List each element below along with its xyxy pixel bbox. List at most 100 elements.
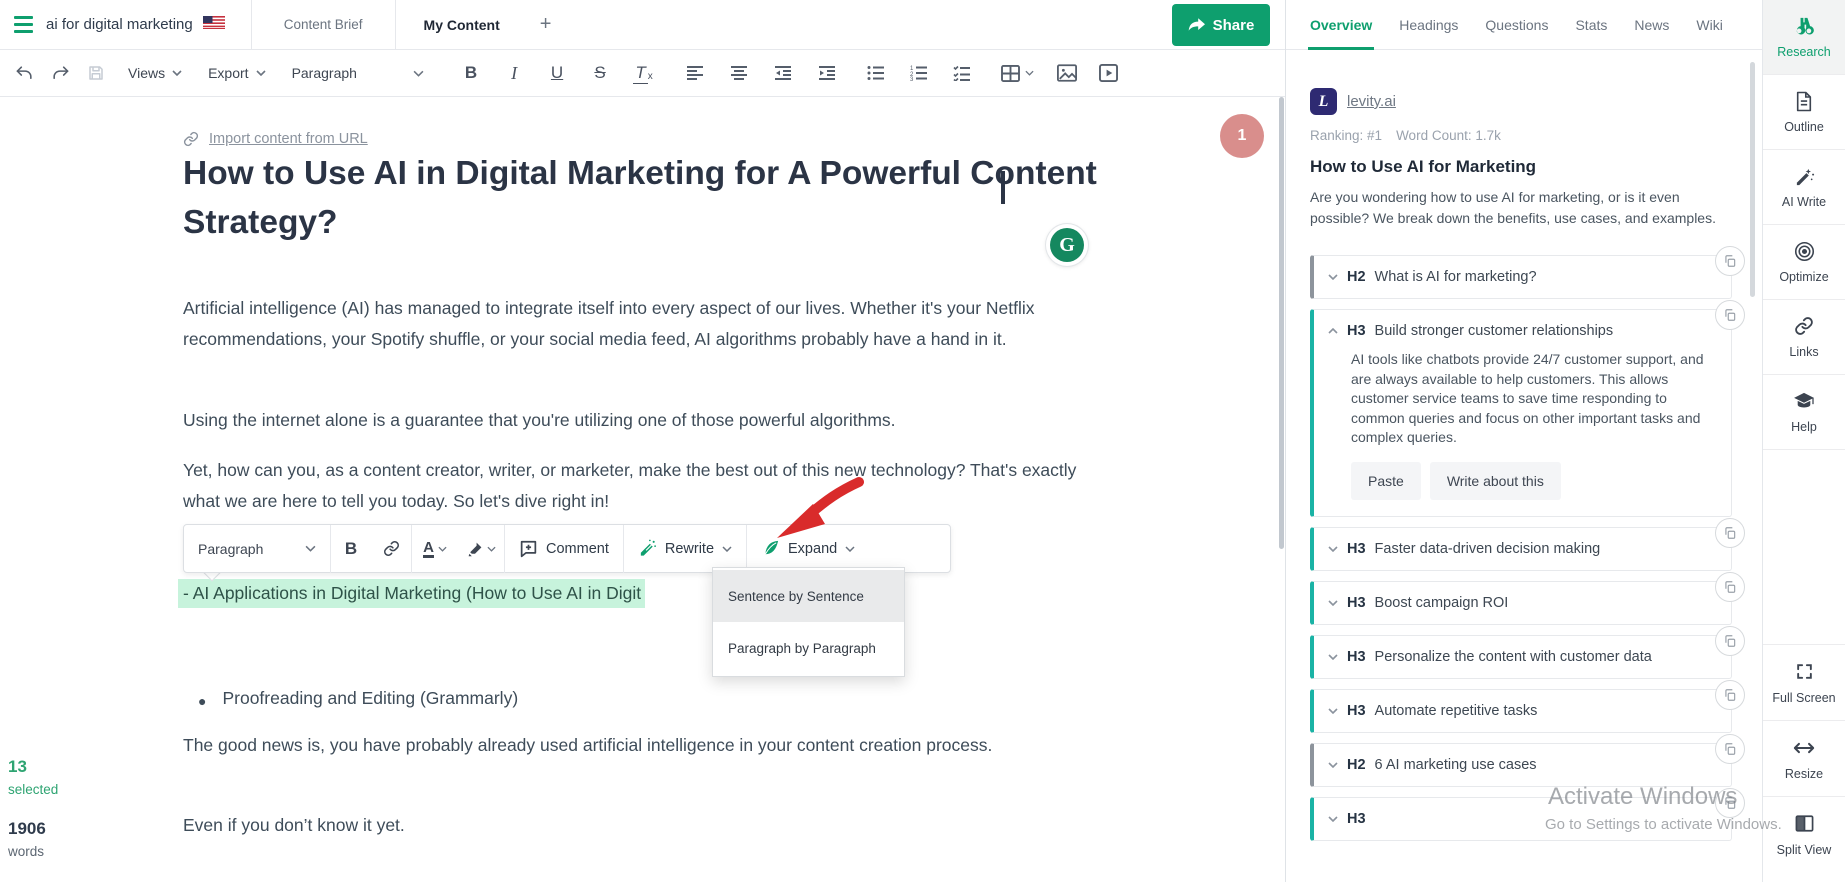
copy-heading-button[interactable] — [1715, 679, 1745, 710]
copy-heading-button[interactable] — [1715, 625, 1745, 656]
copy-heading-button[interactable] — [1715, 517, 1745, 548]
copy-heading-button[interactable] — [1715, 733, 1745, 764]
italic-button[interactable]: I — [493, 55, 536, 91]
chevron-down-icon — [305, 545, 316, 552]
underline-button[interactable]: U — [536, 55, 579, 91]
word-count: 1906 words — [8, 819, 46, 859]
paragraph[interactable]: Yet, how can you, as a content creator, … — [183, 455, 1111, 516]
research-tab-stats[interactable]: Stats — [1575, 0, 1607, 50]
paragraph-style-select[interactable]: Paragraph — [292, 65, 424, 81]
add-tab-button[interactable]: + — [528, 13, 564, 36]
insert-image-button[interactable] — [1046, 55, 1088, 91]
highlighted-selection[interactable]: - AI Applications in Digital Marketing (… — [178, 579, 646, 608]
paragraph[interactable]: The good news is, you have probably alre… — [183, 730, 1111, 761]
rewrite-menu-item-paragraph-by-paragraph[interactable]: Paragraph by Paragraph — [713, 622, 904, 674]
chevron-down-icon[interactable] — [1328, 274, 1338, 280]
heading-card[interactable]: H3 Boost campaign ROI — [1310, 571, 1745, 625]
paragraph[interactable]: Artificial intelligence (AI) has managed… — [183, 293, 1111, 354]
redo-button[interactable] — [42, 55, 78, 91]
chevron-down-icon — [255, 70, 266, 76]
heading-card[interactable]: H3 Faster data-driven decision making — [1310, 517, 1745, 571]
numbered-list-button[interactable]: 123 — [898, 55, 941, 91]
rail-item-links[interactable]: Links — [1763, 300, 1845, 375]
heading-card[interactable]: H3 Personalize the content with customer… — [1310, 625, 1745, 679]
clear-formatting-button[interactable]: Tx — [622, 55, 665, 91]
write-about-this-button[interactable]: Write about this — [1429, 461, 1561, 500]
rail-item-ai-write[interactable]: AI Write — [1763, 150, 1845, 225]
chevron-down-icon[interactable] — [1328, 599, 1338, 606]
share-button[interactable]: Share — [1172, 4, 1270, 46]
undo-button[interactable] — [6, 55, 42, 91]
export-dropdown[interactable]: Export — [208, 65, 266, 81]
chevron-down-icon[interactable] — [1328, 653, 1338, 660]
research-tab-wiki[interactable]: Wiki — [1696, 0, 1722, 50]
source-link[interactable]: levity.ai — [1347, 93, 1396, 110]
selection-paragraph-style-select[interactable]: Paragraph — [184, 541, 330, 557]
insert-video-button[interactable] — [1088, 55, 1130, 91]
import-content-link[interactable]: Import content from URL — [183, 131, 368, 147]
rail-item-outline[interactable]: Outline — [1763, 75, 1845, 150]
strikethrough-button[interactable]: S — [579, 55, 622, 91]
heading-card[interactable]: H3 Automate repetitive tasks — [1310, 679, 1745, 733]
text-color-button[interactable]: A — [412, 525, 458, 573]
check-list-button[interactable] — [941, 55, 984, 91]
research-tab-overview[interactable]: Overview — [1307, 0, 1375, 50]
tab-content-brief[interactable]: Content Brief — [252, 0, 395, 50]
heading-text: Faster data-driven decision making — [1374, 540, 1601, 557]
chevron-down-icon[interactable] — [1328, 707, 1338, 714]
copy-heading-button[interactable] — [1715, 246, 1745, 276]
paragraph[interactable]: Using the internet alone is a guarantee … — [183, 405, 1111, 436]
research-tab-news[interactable]: News — [1634, 0, 1669, 50]
bullet-list-button[interactable] — [855, 55, 898, 91]
rail-item-resize[interactable]: Resize — [1763, 720, 1845, 796]
save-button[interactable] — [78, 55, 114, 91]
copy-heading-button[interactable] — [1715, 571, 1745, 602]
research-tab-questions[interactable]: Questions — [1485, 0, 1548, 50]
highlight-color-button[interactable] — [458, 525, 504, 573]
tab-my-content[interactable]: My Content — [396, 0, 528, 50]
chevron-down-icon[interactable] — [1328, 815, 1338, 822]
indent-button[interactable] — [805, 55, 849, 91]
document-title[interactable]: How to Use AI in Digital Marketing for A… — [183, 149, 1113, 247]
heading-card[interactable]: H2 6 AI marketing use cases — [1310, 733, 1745, 787]
outdent-button[interactable] — [761, 55, 805, 91]
chevron-down-icon[interactable] — [1328, 545, 1338, 552]
list-item[interactable]: ● Proofreading and Editing (Grammarly) — [198, 688, 518, 715]
grammarly-icon[interactable]: G — [1046, 224, 1088, 266]
rewrite-button[interactable]: Rewrite — [624, 525, 746, 573]
research-tab-headings[interactable]: Headings — [1399, 0, 1458, 50]
document-canvas[interactable]: Import content from URL How to Use AI in… — [0, 97, 1285, 882]
paste-button[interactable]: Paste — [1351, 461, 1421, 500]
bold-button[interactable]: B — [450, 55, 493, 91]
hamburger-menu-icon[interactable] — [0, 0, 34, 50]
rail-item-full-screen[interactable]: Full Screen — [1763, 644, 1845, 720]
table-button[interactable] — [990, 55, 1046, 91]
comment-button[interactable]: Comment — [505, 525, 623, 573]
source-meta: Ranking: #1 Word Count: 1.7k — [1310, 128, 1732, 143]
chevron-up-icon[interactable] — [1328, 328, 1338, 334]
heading-card[interactable]: H3 Build stronger customer relationships… — [1310, 300, 1745, 517]
expand-button[interactable]: Expand — [747, 525, 869, 573]
heading-card[interactable]: H2 What is AI for marketing? — [1310, 246, 1745, 299]
heading-card[interactable]: H3 — [1310, 787, 1745, 841]
align-left-button[interactable] — [673, 55, 717, 91]
panel-scrollbar[interactable] — [1750, 62, 1755, 297]
views-dropdown[interactable]: Views — [128, 65, 182, 81]
copy-heading-button[interactable] — [1715, 787, 1745, 818]
rail-item-research[interactable]: Research — [1763, 0, 1845, 75]
rail-item-optimize[interactable]: Optimize — [1763, 225, 1845, 300]
copy-heading-button[interactable] — [1715, 300, 1745, 330]
chevron-down-icon[interactable] — [1328, 761, 1338, 768]
paragraph[interactable]: Even if you don’t know it yet. — [183, 810, 1111, 841]
align-center-button[interactable] — [717, 55, 761, 91]
rewrite-menu-item-sentence-by-sentence[interactable]: Sentence by Sentence — [713, 570, 904, 622]
ranking-badge[interactable]: 1 — [1220, 114, 1264, 158]
bold-button[interactable]: B — [331, 525, 371, 573]
chevron-down-icon — [845, 545, 855, 552]
editor-scrollbar[interactable] — [1279, 97, 1284, 549]
rail-item-help[interactable]: Help — [1763, 375, 1845, 450]
rail-item-split-view[interactable]: Split View — [1763, 796, 1845, 872]
insert-link-button[interactable] — [371, 525, 411, 573]
document-icon — [1795, 90, 1813, 112]
heading-tag: H3 — [1347, 810, 1366, 827]
